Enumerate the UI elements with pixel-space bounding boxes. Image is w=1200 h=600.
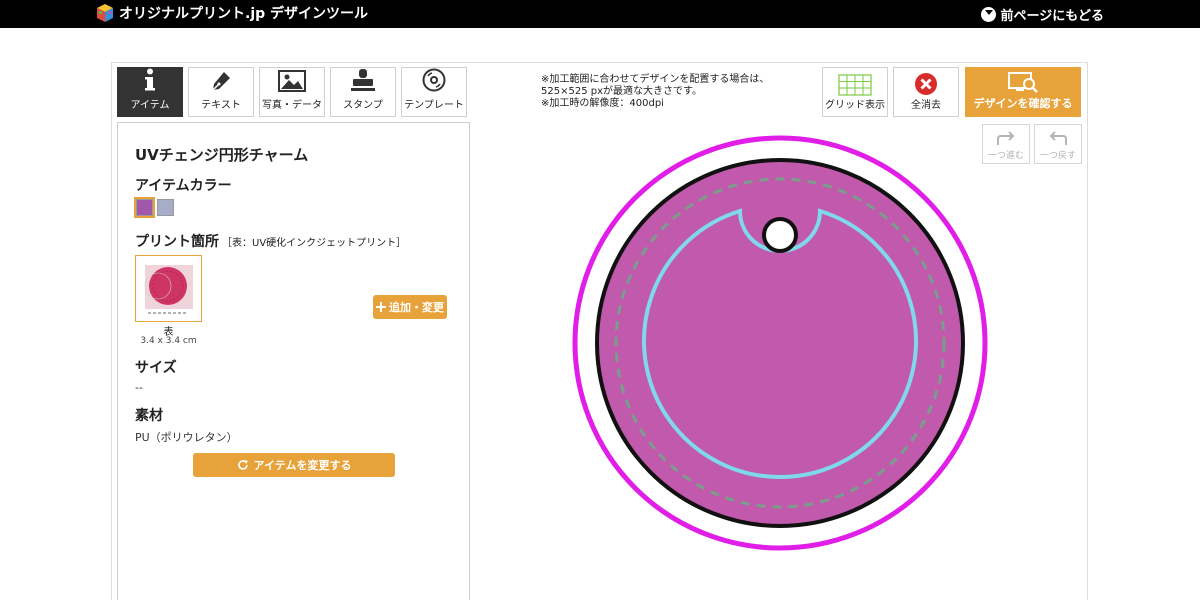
monitor-search-icon <box>1008 72 1038 93</box>
circle-arrow-icon <box>980 7 996 22</box>
material-heading: 素材 <box>135 408 163 424</box>
note-line: ※加工時の解像度：400dpi <box>541 98 664 109</box>
print-location-label: プリント箇所 <box>135 234 219 250</box>
color-swatch-purple[interactable] <box>134 197 155 218</box>
material-value: PU（ポリウレタン） <box>135 431 238 444</box>
grid-toggle-button[interactable]: グリッド表示 <box>822 67 888 117</box>
color-swatch-lavender-gray[interactable] <box>157 199 174 216</box>
clear-all-label: 全消去 <box>911 100 941 111</box>
add-change-label: 追加・変更 <box>389 301 444 314</box>
print-side-thumbnail[interactable] <box>135 255 202 322</box>
print-side-size: 3.4 x 3.4 cm <box>140 336 197 346</box>
image-icon <box>278 70 306 92</box>
undo-arrow-icon <box>1049 131 1067 145</box>
plus-icon <box>376 302 386 312</box>
back-link-label: 前ページにもどる <box>1000 9 1104 24</box>
confirm-design-label: デザインを確認する <box>973 97 1073 110</box>
change-item-label: アイテムを変更する <box>253 459 352 472</box>
tab-label: テンプレート <box>404 100 464 111</box>
undo-label: 一つ戻す <box>1039 151 1076 161</box>
back-to-previous-link[interactable]: 前ページにもどる <box>980 5 1104 24</box>
stamp-icon <box>351 69 375 91</box>
tool-tabs: アイテム テキスト 写真・データ スタンプ テンプレート <box>117 67 467 117</box>
info-icon <box>145 68 155 91</box>
grid-icon <box>838 74 872 96</box>
logo-text: オリジナルプリント.jp デザインツール <box>119 6 369 22</box>
tab-item[interactable]: アイテム <box>117 67 183 117</box>
close-circle-icon <box>915 73 937 95</box>
site-logo[interactable]: オリジナルプリント.jp デザインツール <box>95 3 368 23</box>
pen-icon <box>212 72 230 91</box>
note-line: 525×525 pxが最適な大きさです。 <box>541 86 702 97</box>
confirm-design-button[interactable]: デザインを確認する <box>965 67 1081 117</box>
front-preview-image <box>144 265 193 314</box>
tab-template[interactable]: テンプレート <box>401 67 467 117</box>
add-change-button[interactable]: 追加・変更 <box>373 295 447 319</box>
print-method-note: ［表：UV硬化インクジェットプリント］ <box>222 238 407 249</box>
item-name: UVチェンジ円形チャーム <box>135 146 309 164</box>
logo-cube-icon <box>97 4 113 22</box>
note-line: ※加工範囲に合わせてデザインを配置する場合は、 <box>541 74 770 85</box>
undo-button[interactable]: 一つ戻す <box>1034 124 1082 164</box>
tab-label: スタンプ <box>343 100 383 111</box>
refresh-icon <box>237 460 248 470</box>
print-location-heading: プリント箇所 ［表：UV硬化インクジェットプリント］ <box>135 231 406 251</box>
size-heading: サイズ <box>135 360 177 376</box>
clear-all-button[interactable]: 全消去 <box>893 67 959 117</box>
disc-icon <box>422 68 446 92</box>
top-bar: オリジナルプリント.jp デザインツール 前ページにもどる <box>0 0 1200 28</box>
change-item-button[interactable]: アイテムを変更する <box>193 453 395 477</box>
tab-stamp[interactable]: スタンプ <box>330 67 396 117</box>
item-color-heading: アイテムカラー <box>135 178 232 194</box>
strap-hole <box>762 217 798 253</box>
grid-toggle-label: グリッド表示 <box>825 100 885 111</box>
processing-notes: ※加工範囲に合わせてデザインを配置する場合は、 525×525 pxが最適な大き… <box>541 74 769 110</box>
item-panel: UVチェンジ円形チャーム アイテムカラー プリント箇所 ［表：UV硬化インクジェッ… <box>117 122 470 600</box>
tab-text[interactable]: テキスト <box>188 67 254 117</box>
tab-photo-data[interactable]: 写真・データ <box>259 67 325 117</box>
design-canvas[interactable] <box>560 132 1000 560</box>
tab-label: テキスト <box>201 100 241 111</box>
charm-border <box>595 158 965 528</box>
tab-label: 写真・データ <box>262 100 322 111</box>
tab-label: アイテム <box>130 100 170 111</box>
size-value: -- <box>135 381 143 394</box>
